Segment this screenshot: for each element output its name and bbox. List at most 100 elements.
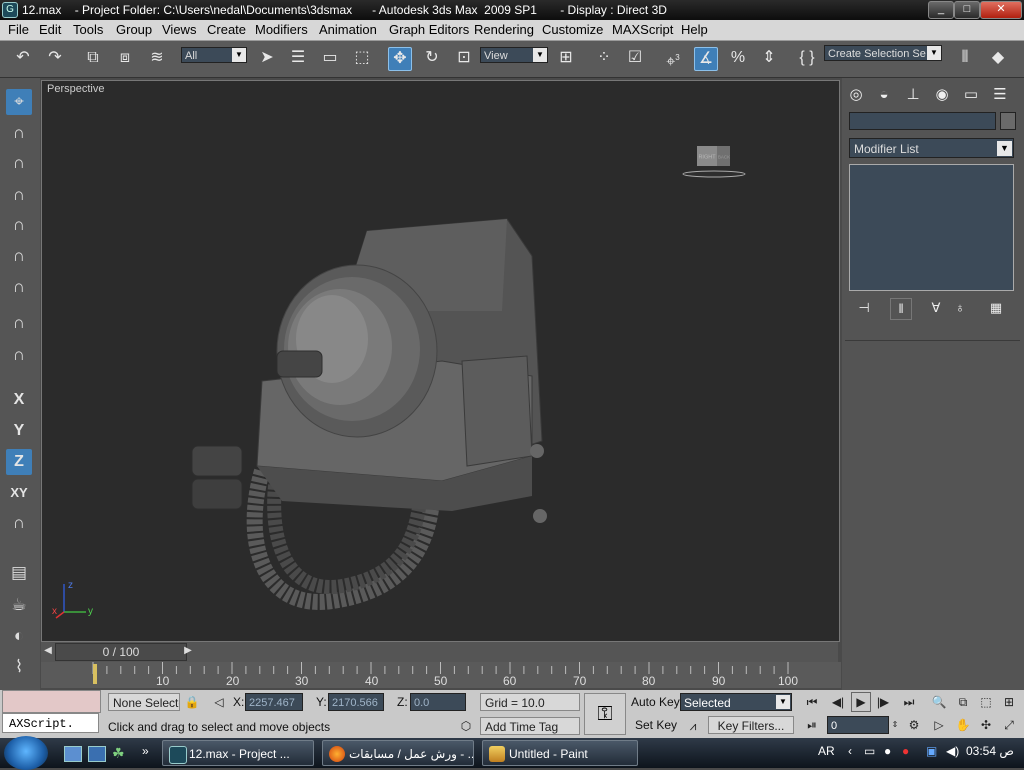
display-tab-icon[interactable]: ▭ [960, 84, 982, 106]
hierarchy-tab-icon[interactable]: ⊥ [902, 84, 924, 106]
reference-coordinate-dropdown[interactable]: View ▼ [480, 47, 548, 63]
key-mode-dropdown[interactable]: Selected ▼ [680, 693, 792, 711]
magnet-snap-icon[interactable]: ∩ [6, 342, 32, 368]
frame-cursor[interactable] [93, 664, 97, 684]
time-tag-icon[interactable]: ⬡ [457, 717, 475, 735]
magnet-snap-icon[interactable]: ∩ [6, 182, 32, 208]
selection-filter-dropdown[interactable]: All ▼ [181, 47, 247, 63]
rectangular-selection-icon[interactable]: ▭ [319, 47, 341, 69]
track-bar[interactable]: 10 20 30 40 50 60 70 80 90 100 [41, 662, 841, 688]
orbit-icon[interactable]: ✣ [977, 716, 995, 734]
magnet-snap-icon[interactable]: ⌖ [6, 89, 32, 115]
magnet-snap-icon[interactable]: ∩ [6, 310, 32, 336]
key-filters-button[interactable]: Key Filters... [708, 716, 794, 734]
magnet-snap-icon[interactable]: ∩ [6, 212, 32, 238]
menu-maxscript[interactable]: MAXScript [612, 22, 673, 37]
select-and-manipulate-icon[interactable]: ⁘ [593, 47, 615, 69]
mirror-icon[interactable]: ⫴ [954, 47, 976, 69]
frame-spinner-icon[interactable]: ⇕ [890, 716, 900, 734]
next-frame-icon[interactable]: |▶ [874, 693, 892, 711]
spray-icon[interactable]: ⌇ [6, 654, 32, 680]
field-of-view-icon[interactable]: ▷ [930, 716, 948, 734]
layers-icon[interactable]: ▤ [6, 560, 32, 586]
align-icon[interactable]: ◆ [987, 47, 1009, 69]
percent-snap-toggle-icon[interactable]: % [727, 47, 749, 69]
select-and-rotate-icon[interactable]: ↻ [421, 47, 443, 69]
y-coordinate-field[interactable]: 2170.566 [328, 693, 384, 711]
viewport-label[interactable]: Perspective [47, 83, 104, 95]
make-unique-icon[interactable]: ∀ [926, 298, 946, 318]
menu-edit[interactable]: Edit [39, 22, 61, 37]
lock-icon[interactable]: 🔒 [183, 693, 201, 711]
go-to-start-icon[interactable]: ⏮ [803, 693, 821, 711]
show-end-result-icon[interactable]: ‖ [890, 298, 912, 320]
restrict-to-y-button[interactable]: Y [4, 418, 34, 444]
viewcube[interactable]: RIGHT BACK [682, 143, 752, 183]
play-icon[interactable]: ▶ [851, 692, 871, 712]
configure-modifier-sets-icon[interactable]: ▦ [986, 298, 1006, 318]
tray-keyboard-icon[interactable]: ▭ [864, 744, 875, 758]
add-time-tag-button[interactable]: Add Time Tag [480, 717, 580, 735]
menu-customize[interactable]: Customize [542, 22, 603, 37]
menu-animation[interactable]: Animation [319, 22, 377, 37]
zoom-icon[interactable]: 🔍 [930, 693, 948, 711]
tray-user-icon[interactable]: ● [884, 744, 891, 758]
clock[interactable]: ص 03:54 [966, 744, 1014, 758]
magnet-snap-icon[interactable]: ∩ [6, 510, 32, 536]
teapot-icon[interactable]: ☕ [6, 592, 32, 618]
remove-modifier-icon[interactable]: ♁ [950, 298, 970, 318]
select-and-move-icon[interactable]: ✥ [388, 47, 412, 71]
window-crossing-icon[interactable]: ⬚ [351, 47, 373, 69]
restrict-to-xy-button[interactable]: XY [4, 480, 34, 506]
absolute-mode-icon[interactable]: ◁ [210, 693, 228, 711]
set-key-icon[interactable]: ⚿ [584, 693, 626, 735]
time-slider-track[interactable]: 0 / 100 [55, 643, 187, 661]
select-and-scale-icon[interactable]: ⊡ [453, 47, 475, 69]
sphere-icon[interactable]: ◐ [6, 623, 32, 649]
create-tab-icon[interactable]: ◎ [845, 84, 867, 106]
minimize-button[interactable]: _ [928, 1, 954, 19]
show-desktop-icon[interactable] [64, 746, 82, 762]
motion-tab-icon[interactable]: ◉ [931, 84, 953, 106]
3d-model-render[interactable] [182, 211, 602, 641]
bind-space-warp-icon[interactable]: ≋ [146, 47, 168, 69]
select-by-name-icon[interactable]: ☰ [287, 47, 309, 69]
pan-icon[interactable]: ✋ [954, 716, 972, 734]
maximize-viewport-icon[interactable]: ⤢ [1000, 716, 1018, 734]
menu-rendering[interactable]: Rendering [474, 22, 534, 37]
angle-snap-toggle-icon[interactable]: ∡ [694, 47, 718, 71]
tray-expand-icon[interactable]: ‹ [848, 744, 852, 758]
maxscript-mini-listener[interactable]: AXScript. [2, 713, 99, 733]
restrict-to-z-button[interactable]: Z [6, 449, 32, 475]
menu-group[interactable]: Group [116, 22, 152, 37]
perspective-viewport[interactable]: Perspective RIGHT BACK z y x [41, 80, 840, 642]
menu-tools[interactable]: Tools [73, 22, 103, 37]
magnet-snap-icon[interactable]: ∩ [6, 120, 32, 146]
taskbar-3dsmax[interactable]: 12.max - Project ... [162, 740, 314, 766]
tray-antivirus-icon[interactable]: ● [902, 744, 909, 758]
spinner-snap-toggle-icon[interactable]: ⇕ [758, 47, 780, 69]
menu-create[interactable]: Create [207, 22, 246, 37]
time-configuration-icon[interactable]: ⚙ [905, 716, 923, 734]
language-indicator[interactable]: AR [818, 744, 835, 758]
previous-frame-icon[interactable]: ◀| [829, 693, 847, 711]
zoom-all-icon[interactable]: ⧉ [954, 693, 972, 711]
menu-graph-editors[interactable]: Graph Editors [389, 22, 469, 37]
magnet-snap-icon[interactable]: ∩ [6, 274, 32, 300]
3ds-max-icon[interactable]: G [2, 2, 18, 18]
switch-windows-icon[interactable] [88, 746, 106, 762]
edit-named-selections-icon[interactable]: { } [796, 47, 818, 69]
keyboard-shortcut-override-icon[interactable]: ☑ [624, 47, 646, 69]
tray-network-icon[interactable]: ▣ [926, 744, 937, 758]
key-tangent-icon[interactable]: ⩘ [684, 717, 702, 735]
zoom-extents-all-icon[interactable]: ⊞ [1000, 693, 1018, 711]
restrict-to-x-button[interactable]: X [4, 387, 34, 413]
go-to-end-icon[interactable]: ⏭ [900, 693, 918, 711]
utilities-tab-icon[interactable]: ☰ [989, 84, 1011, 106]
menu-views[interactable]: Views [162, 22, 196, 37]
key-mode-toggle-icon[interactable]: ⏯ [803, 716, 821, 734]
maxscript-listener-top[interactable] [2, 690, 101, 713]
quick-launch-overflow-icon[interactable]: » [142, 744, 149, 758]
modifier-stack[interactable] [849, 164, 1014, 291]
auto-key-button[interactable]: Auto Key [631, 695, 680, 709]
